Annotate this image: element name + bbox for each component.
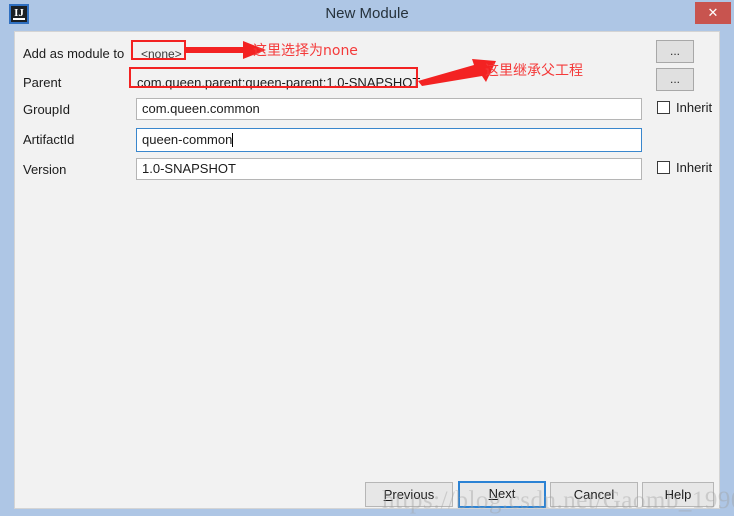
label-artifactid: ArtifactId	[23, 132, 75, 147]
checkbox-box-groupid[interactable]	[657, 101, 670, 114]
dialog-title: New Module	[325, 5, 409, 22]
inherit-version-label: Inherit	[676, 160, 713, 175]
label-parent: Parent	[23, 75, 62, 90]
previous-button-label: revious	[392, 487, 435, 502]
dialog-titlebar: IJ New Module ✕	[0, 0, 734, 28]
artifactid-input[interactable]: queen-common	[136, 128, 642, 152]
next-button-label: ext	[498, 486, 516, 501]
close-icon[interactable]: ✕	[695, 2, 731, 24]
label-groupid: GroupId	[23, 102, 70, 117]
dialog-content-panel: Add as module to <none> ... Parent com.q…	[14, 31, 720, 509]
checkbox-box-version[interactable]	[657, 161, 670, 174]
inherit-version-checkbox[interactable]: Inherit	[657, 160, 712, 175]
next-button[interactable]: Next	[458, 481, 546, 508]
help-button[interactable]: Help	[642, 482, 714, 507]
text-caret	[232, 133, 234, 147]
screenshot-root: IJ New Module ✕ Add as module to <none> …	[0, 0, 734, 524]
browse-button-module[interactable]: ...	[656, 40, 694, 63]
label-version: Version	[23, 162, 67, 177]
cancel-button[interactable]: Cancel	[550, 482, 638, 507]
browse-button-parent[interactable]: ...	[656, 68, 694, 91]
label-add-as-module-to: Add as module to	[23, 46, 125, 61]
inherit-groupid-label: Inherit	[676, 100, 713, 115]
artifactid-input-value: queen-common	[142, 132, 233, 147]
new-module-dialog: IJ New Module ✕ Add as module to <none> …	[0, 0, 734, 516]
next-button-mnemonic: N	[488, 486, 499, 501]
groupid-input[interactable]: com.queen.common	[136, 98, 642, 120]
combo-add-as-module-to-value[interactable]: <none>	[141, 47, 182, 61]
version-input[interactable]: 1.0-SNAPSHOT	[136, 158, 642, 180]
combo-parent-value[interactable]: com.queen.parent:queen-parent:1.0-SNAPSH…	[137, 75, 420, 90]
inherit-groupid-checkbox[interactable]: Inherit	[657, 100, 712, 115]
previous-button[interactable]: Previous	[365, 482, 453, 507]
